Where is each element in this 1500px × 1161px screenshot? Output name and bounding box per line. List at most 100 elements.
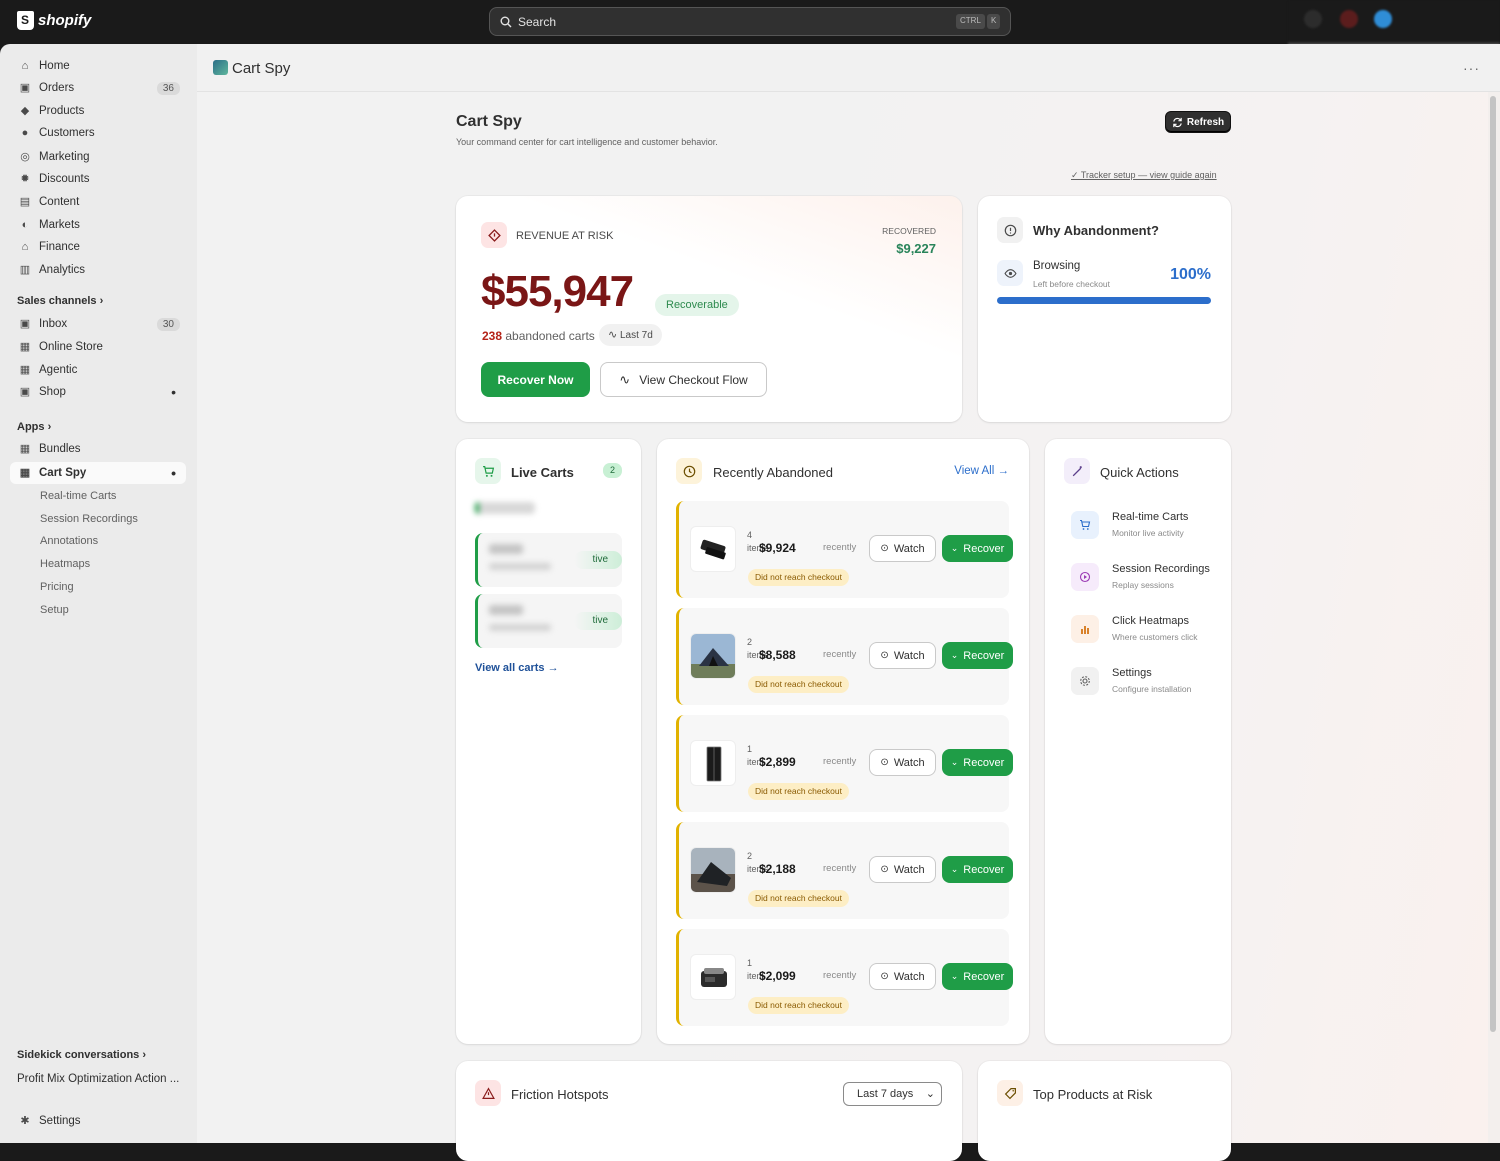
period-badge: ∿ Last 7d — [599, 324, 662, 346]
apps-heading[interactable]: Apps › — [17, 421, 51, 433]
period-label: Last 7d — [620, 330, 653, 341]
sidebar-item-cart-spy[interactable]: ▦ Cart Spy • — [10, 462, 186, 484]
watch-button[interactable]: ⊙ Watch — [869, 749, 936, 776]
sidebar-item-analytics[interactable]: ▥ Analytics — [10, 259, 186, 281]
item-qty: 1 — [747, 958, 753, 968]
sidebar-item-label: Content — [39, 196, 80, 208]
cart-amount: $8,588 — [759, 648, 796, 662]
refresh-button[interactable]: Refresh — [1165, 111, 1231, 133]
sidebar-subitem-setup[interactable]: Setup — [40, 604, 69, 616]
sidebar-subitem-heatmaps[interactable]: Heatmaps — [40, 558, 90, 570]
chevron-right-icon: › — [142, 1049, 147, 1061]
sidebar-subitem-session-recordings[interactable]: Session Recordings — [40, 513, 138, 525]
sidebar-item-shop[interactable]: ▣ Shop • — [10, 381, 186, 403]
item-qty: 2 — [747, 851, 753, 861]
sidebar-item-orders[interactable]: ▣ Orders 36 — [10, 77, 186, 99]
sidebar-subitem-realtime-carts[interactable]: Real-time Carts — [40, 490, 116, 502]
scrollbar[interactable] — [1490, 96, 1496, 1032]
sidebar-item-bundles[interactable]: ▦ Bundles — [10, 438, 186, 460]
watch-button[interactable]: ⊙ Watch — [869, 963, 936, 990]
reason-sublabel: Left before checkout — [1033, 279, 1111, 289]
shopify-logo[interactable]: shopify — [17, 11, 91, 30]
abandoned-cart-row[interactable]: 2 items $2,188 recently ⊙ Watch ⌄ Recover D… — [676, 822, 1013, 919]
recover-button[interactable]: ⌄ Recover — [942, 856, 1013, 883]
recover-button[interactable]: ⌄ Recover — [942, 535, 1013, 562]
button-label: Recover — [963, 756, 1005, 769]
abandoned-cart-row[interactable]: 1 item $2,899 recently ⊙ Watch ⌄ Recover Di… — [676, 715, 1013, 812]
sidebar-subitem-pricing[interactable]: Pricing — [40, 581, 74, 593]
page-subtitle: Your command center for cart intelligenc… — [456, 137, 718, 147]
eye-icon — [997, 260, 1023, 286]
quick-action-title: Real-time Carts — [1112, 511, 1189, 523]
sidebar-item-customers[interactable]: ● Customers — [10, 122, 186, 144]
pin-dot-icon: • — [171, 384, 176, 400]
sidebar-item-inbox[interactable]: ▣ Inbox 30 — [10, 313, 186, 335]
globe-icon: ◐ — [21, 219, 29, 231]
live-cart-row[interactable]: tive — [475, 533, 622, 587]
sidebar-item-label: Products — [39, 105, 85, 117]
play-circle-icon: ⊙ — [880, 757, 889, 768]
sidebar-subitem-annotations[interactable]: Annotations — [40, 535, 98, 547]
recover-button[interactable]: ⌄ Recover — [942, 963, 1013, 990]
sidebar-item-agentic[interactable]: ▦ Agentic — [10, 359, 186, 381]
recovered-value: $9,227 — [896, 241, 936, 256]
tag-icon — [997, 1080, 1023, 1106]
blurred-meta — [489, 563, 551, 570]
sidebar-item-label: Bundles — [39, 443, 81, 455]
date-range-select[interactable]: Last 7 days ⌄ — [843, 1082, 942, 1106]
abandoned-cart-row[interactable]: 4 items $9,924 recently ⊙ Watch ⌄ Recover D… — [676, 501, 1013, 598]
product-thumbnail — [690, 740, 736, 786]
status-badge: Did not reach checkout — [748, 569, 849, 586]
sidebar-item-content[interactable]: ▤ Content — [10, 191, 186, 213]
diamond-alert-icon — [481, 222, 507, 248]
view-checkout-flow-button[interactable]: ∿ View Checkout Flow — [600, 362, 767, 397]
sidebar-item-label: Inbox — [39, 318, 68, 330]
top-bar: shopify Search CTRL K — [0, 0, 1500, 44]
tracker-setup-link[interactable]: ✓ Tracker setup — view guide again — [1071, 170, 1217, 181]
sidebar-item-products[interactable]: ◆ Products — [10, 100, 186, 122]
live-cart-row[interactable]: tive — [475, 594, 622, 648]
chevron-down-icon: ⌄ — [950, 971, 959, 981]
recover-button[interactable]: ⌄ Recover — [942, 749, 1013, 776]
play-circle-icon: ⊙ — [880, 864, 889, 875]
chevron-down-icon: ⌄ — [950, 650, 959, 660]
section-label: Sales channels — [17, 295, 97, 307]
sidebar-item-markets[interactable]: ◐ Markets — [10, 214, 186, 236]
sidebar-item-label: Settings — [39, 1115, 81, 1127]
sidebar-item-home[interactable]: ⌂ Home — [10, 55, 186, 77]
activity-icon: ∿ — [608, 329, 618, 341]
kbd-ctrl: CTRL — [956, 14, 985, 29]
sidebar-item-finance[interactable]: ⌂ Finance — [10, 236, 186, 258]
more-actions-icon[interactable]: ··· — [1463, 60, 1480, 76]
sales-channels-heading[interactable]: Sales channels › — [17, 295, 103, 307]
view-all-carts-link[interactable]: View all carts → — [475, 662, 559, 674]
abandoned-cart-row[interactable]: 2 items $8,588 recently ⊙ Watch ⌄ Recover D… — [676, 608, 1013, 705]
friction-hotspots-card: Friction Hotspots Last 7 days ⌄ — [456, 1061, 962, 1161]
watch-button[interactable]: ⊙ Watch — [869, 535, 936, 562]
watch-button[interactable]: ⊙ Watch — [869, 642, 936, 669]
play-circle-icon: ⊙ — [880, 971, 889, 982]
status-badge: Did not reach checkout — [748, 890, 849, 907]
sidebar-item-discounts[interactable]: ✹ Discounts — [10, 168, 186, 190]
why-abandonment-card: Why Abandonment? Browsing Left before ch… — [978, 196, 1231, 422]
chevron-down-icon: ⌄ — [925, 1088, 935, 1100]
sidebar-item-marketing[interactable]: ◎ Marketing — [10, 146, 186, 168]
live-carts-count: 2 — [603, 463, 622, 478]
button-label: Watch — [893, 970, 925, 983]
quick-actions-title: Quick Actions — [1100, 465, 1179, 480]
sidekick-conversation-item[interactable]: Profit Mix Optimization Action ... — [17, 1073, 179, 1085]
sidebar-item-online-store[interactable]: ▦ Online Store — [10, 336, 186, 358]
sidebar-item-settings[interactable]: ✱ Settings — [10, 1110, 186, 1132]
quick-action-title: Settings — [1112, 667, 1152, 679]
status-badge: Did not reach checkout — [748, 676, 849, 693]
target-icon: ◎ — [20, 151, 30, 163]
search-input[interactable]: Search CTRL K — [489, 7, 1011, 36]
view-all-link[interactable]: View All → — [954, 465, 1009, 477]
abandoned-carts-summary: 238 abandoned carts — [482, 329, 595, 343]
recover-button[interactable]: ⌄ Recover — [942, 642, 1013, 669]
recover-now-button[interactable]: Recover Now — [481, 362, 590, 397]
watch-button[interactable]: ⊙ Watch — [869, 856, 936, 883]
abandoned-cart-row[interactable]: 1 item $2,099 recently ⊙ Watch ⌄ Recover Di… — [676, 929, 1013, 1026]
shop-icon: ▣ — [19, 386, 31, 398]
sidekick-heading[interactable]: Sidekick conversations › — [17, 1049, 146, 1061]
